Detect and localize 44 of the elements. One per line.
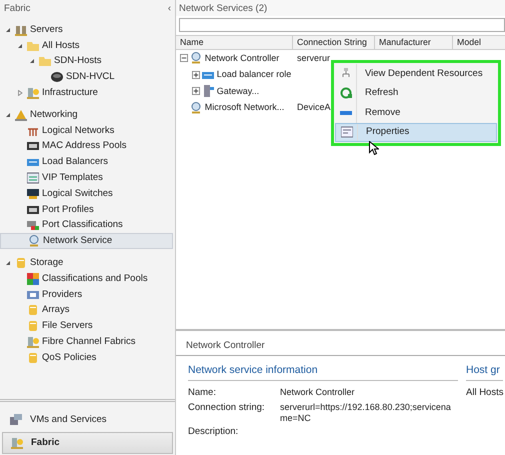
tree-label: QoS Policies	[42, 350, 96, 365]
tree-label: Network Service	[43, 234, 112, 248]
table-cell-text: DeviceA	[296, 101, 331, 114]
tree-label: Infrastructure	[42, 86, 98, 100]
field-value: serverurl=https://192.168.80.230;servicename=NC	[280, 402, 452, 424]
workspace-label: VMs and Services	[30, 412, 107, 427]
details-title: Network Controller	[176, 331, 505, 356]
field-value: All Hosts	[466, 386, 504, 400]
tree-label: Storage	[30, 256, 64, 270]
tree-label: Networking	[30, 108, 78, 122]
section-heading: Network service information	[188, 363, 458, 381]
tree-label: Load Balancers	[42, 155, 108, 170]
tree-label: All Hosts	[42, 38, 80, 53]
tree-label: MAC Address Pools	[42, 139, 126, 154]
row-name: Load balancer role	[216, 68, 292, 81]
pane-title: Fabric	[4, 2, 30, 14]
tree-label: Providers	[42, 288, 82, 302]
section-heading: Host gr	[466, 363, 504, 381]
tree-label: Servers	[30, 22, 63, 37]
menu-label: Remove	[365, 106, 400, 120]
tree-label: Logical Switches	[42, 186, 113, 201]
field-label: Description:	[188, 426, 240, 439]
row-name: Network Controller	[204, 52, 280, 64]
tree-label: Arrays	[42, 303, 70, 318]
tree-label: File Servers	[42, 319, 93, 334]
field-label: Name:	[188, 386, 217, 400]
tree-label: Port Profiles	[42, 202, 94, 217]
tree-label: SDN-HVCL	[66, 70, 115, 84]
menu-label: Refresh	[365, 86, 398, 100]
row-name: Microsoft Network...	[204, 101, 284, 114]
table-cell-text: serverur	[296, 52, 330, 64]
tree-label: Port Classifications	[42, 218, 123, 232]
menu-label: Properties	[366, 125, 410, 140]
menu-label: View Dependent Resources	[365, 66, 483, 81]
row-name: Gateway...	[216, 84, 260, 98]
tree-label: SDN-Hosts	[54, 54, 102, 68]
workspace-label: Fabric	[31, 436, 60, 450]
tree-label: VIP Templates	[42, 170, 103, 185]
tree-label: Fibre Channel Fabrics	[42, 334, 136, 349]
field-value: Network Controller	[280, 386, 356, 399]
tree-label: Classifications and Pools	[42, 272, 148, 286]
field-label: Connection string:	[188, 402, 266, 415]
list-title: Network Services (2)	[176, 0, 505, 16]
tree-label: Logical Networks	[42, 124, 114, 138]
